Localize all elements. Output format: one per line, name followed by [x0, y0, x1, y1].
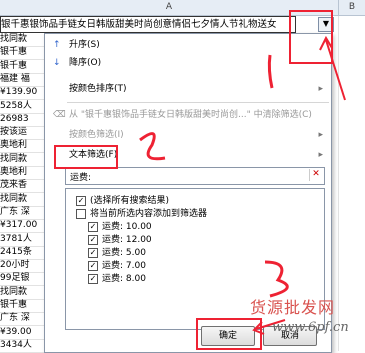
- watermark-logo: 货源批发网: [250, 298, 336, 317]
- highlight-box-ok-button: [196, 318, 262, 350]
- watermark-url: www.6pf.cn: [272, 320, 349, 335]
- annotation-number-1: 1: [262, 60, 263, 61]
- annotation-number-3: 3: [268, 262, 269, 263]
- annotation-number-2: 2: [142, 138, 143, 139]
- highlight-box-text-filter: [54, 145, 118, 169]
